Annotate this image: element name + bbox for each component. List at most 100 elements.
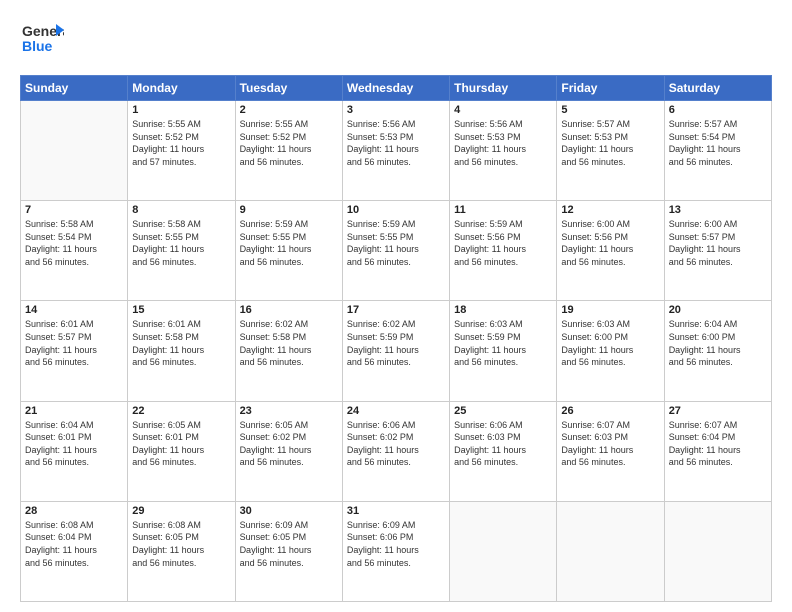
- day-number: 28: [25, 505, 123, 517]
- day-info: Sunrise: 5:55 AMSunset: 5:52 PMDaylight:…: [132, 118, 230, 168]
- day-cell: 11 Sunrise: 5:59 AMSunset: 5:56 PMDayligh…: [450, 201, 557, 301]
- day-info: Sunrise: 6:03 AMSunset: 5:59 PMDaylight:…: [454, 318, 552, 368]
- day-info: Sunrise: 6:08 AMSunset: 6:04 PMDaylight:…: [25, 519, 123, 569]
- day-number: 26: [561, 405, 659, 417]
- day-info: Sunrise: 6:08 AMSunset: 6:05 PMDaylight:…: [132, 519, 230, 569]
- day-cell: 9Sunrise: 5:59 AMSunset: 5:55 PMDaylight…: [235, 201, 342, 301]
- day-number: 11: [454, 204, 552, 216]
- week-row-5: 28 Sunrise: 6:08 AMSunset: 6:04 PMDayligh…: [21, 501, 772, 601]
- day-info: Sunrise: 6:04 AMSunset: 6:00 PMDaylight:…: [669, 318, 767, 368]
- day-cell: 3 Sunrise: 5:56 AMSunset: 5:53 PMDaylight…: [342, 101, 449, 201]
- day-number: 2: [240, 104, 338, 116]
- day-info: Sunrise: 5:56 AMSunset: 5:53 PMDaylight:…: [454, 118, 552, 168]
- day-info: Sunrise: 6:04 AMSunset: 6:01 PMDaylight:…: [25, 419, 123, 469]
- day-info: Sunrise: 6:00 AMSunset: 5:56 PMDaylight:…: [561, 218, 659, 268]
- day-info: Sunrise: 6:03 AMSunset: 6:00 PMDaylight:…: [561, 318, 659, 368]
- day-number: 18: [454, 304, 552, 316]
- day-info: Sunrise: 6:09 AMSunset: 6:05 PMDaylight:…: [240, 519, 338, 569]
- week-row-3: 14 Sunrise: 6:01 AMSunset: 5:57 PMDayligh…: [21, 301, 772, 401]
- day-cell: 21 Sunrise: 6:04 AMSunset: 6:01 PMDayligh…: [21, 401, 128, 501]
- day-info: Sunrise: 5:59 AMSunset: 5:55 PMDaylight:…: [240, 218, 338, 268]
- day-number: 25: [454, 405, 552, 417]
- day-cell: 7 Sunrise: 5:58 AMSunset: 5:54 PMDaylight…: [21, 201, 128, 301]
- day-cell: 12Sunrise: 6:00 AMSunset: 5:56 PMDayligh…: [557, 201, 664, 301]
- day-number: 14: [25, 304, 123, 316]
- day-number: 1: [132, 104, 230, 116]
- day-cell: 2 Sunrise: 5:55 AMSunset: 5:52 PMDaylight…: [235, 101, 342, 201]
- day-cell: 24 Sunrise: 6:06 AMSunset: 6:02 PMDayligh…: [342, 401, 449, 501]
- day-number: 24: [347, 405, 445, 417]
- week-row-1: 1 Sunrise: 5:55 AMSunset: 5:52 PMDaylight…: [21, 101, 772, 201]
- day-cell: 28 Sunrise: 6:08 AMSunset: 6:04 PMDayligh…: [21, 501, 128, 601]
- day-cell: 27Sunrise: 6:07 AMSunset: 6:04 PMDayligh…: [664, 401, 771, 501]
- day-cell: 20 Sunrise: 6:04 AMSunset: 6:00 PMDayligh…: [664, 301, 771, 401]
- day-info: Sunrise: 6:06 AMSunset: 6:03 PMDaylight:…: [454, 419, 552, 469]
- day-cell: 10Sunrise: 5:59 AMSunset: 5:55 PMDayligh…: [342, 201, 449, 301]
- day-info: Sunrise: 6:05 AMSunset: 6:01 PMDaylight:…: [132, 419, 230, 469]
- day-cell: 16 Sunrise: 6:02 AMSunset: 5:58 PMDayligh…: [235, 301, 342, 401]
- day-cell: [21, 101, 128, 201]
- day-info: Sunrise: 5:57 AMSunset: 5:54 PMDaylight:…: [669, 118, 767, 168]
- day-cell: [664, 501, 771, 601]
- svg-text:Blue: Blue: [22, 38, 53, 54]
- week-row-4: 21 Sunrise: 6:04 AMSunset: 6:01 PMDayligh…: [21, 401, 772, 501]
- day-number: 7: [25, 204, 123, 216]
- day-cell: 15Sunrise: 6:01 AMSunset: 5:58 PMDayligh…: [128, 301, 235, 401]
- day-info: Sunrise: 6:02 AMSunset: 5:58 PMDaylight:…: [240, 318, 338, 368]
- day-number: 13: [669, 204, 767, 216]
- day-number: 6: [669, 104, 767, 116]
- day-info: Sunrise: 6:06 AMSunset: 6:02 PMDaylight:…: [347, 419, 445, 469]
- logo: General Blue: [20, 16, 64, 65]
- day-cell: 26 Sunrise: 6:07 AMSunset: 6:03 PMDayligh…: [557, 401, 664, 501]
- day-number: 15: [132, 304, 230, 316]
- day-cell: 29Sunrise: 6:08 AMSunset: 6:05 PMDayligh…: [128, 501, 235, 601]
- day-cell: [450, 501, 557, 601]
- day-info: Sunrise: 6:00 AMSunset: 5:57 PMDaylight:…: [669, 218, 767, 268]
- day-cell: 8 Sunrise: 5:58 AMSunset: 5:55 PMDaylight…: [128, 201, 235, 301]
- day-cell: 14 Sunrise: 6:01 AMSunset: 5:57 PMDayligh…: [21, 301, 128, 401]
- day-number: 31: [347, 505, 445, 517]
- day-info: Sunrise: 5:58 AMSunset: 5:55 PMDaylight:…: [132, 218, 230, 268]
- day-number: 8: [132, 204, 230, 216]
- week-row-2: 7 Sunrise: 5:58 AMSunset: 5:54 PMDaylight…: [21, 201, 772, 301]
- day-cell: 1 Sunrise: 5:55 AMSunset: 5:52 PMDaylight…: [128, 101, 235, 201]
- day-info: Sunrise: 5:57 AMSunset: 5:53 PMDaylight:…: [561, 118, 659, 168]
- day-header-monday: Monday: [128, 76, 235, 101]
- day-cell: 6 Sunrise: 5:57 AMSunset: 5:54 PMDaylight…: [664, 101, 771, 201]
- day-number: 27: [669, 405, 767, 417]
- day-info: Sunrise: 6:01 AMSunset: 5:57 PMDaylight:…: [25, 318, 123, 368]
- day-number: 16: [240, 304, 338, 316]
- day-cell: 17Sunrise: 6:02 AMSunset: 5:59 PMDayligh…: [342, 301, 449, 401]
- day-cell: 5 Sunrise: 5:57 AMSunset: 5:53 PMDaylight…: [557, 101, 664, 201]
- day-cell: [557, 501, 664, 601]
- day-number: 21: [25, 405, 123, 417]
- day-cell: 25 Sunrise: 6:06 AMSunset: 6:03 PMDayligh…: [450, 401, 557, 501]
- day-number: 4: [454, 104, 552, 116]
- day-cell: 19 Sunrise: 6:03 AMSunset: 6:00 PMDayligh…: [557, 301, 664, 401]
- day-number: 22: [132, 405, 230, 417]
- day-number: 19: [561, 304, 659, 316]
- day-number: 23: [240, 405, 338, 417]
- day-info: Sunrise: 5:59 AMSunset: 5:56 PMDaylight:…: [454, 218, 552, 268]
- day-info: Sunrise: 5:55 AMSunset: 5:52 PMDaylight:…: [240, 118, 338, 168]
- day-cell: 30Sunrise: 6:09 AMSunset: 6:05 PMDayligh…: [235, 501, 342, 601]
- day-header-tuesday: Tuesday: [235, 76, 342, 101]
- day-number: 5: [561, 104, 659, 116]
- day-cell: 23 Sunrise: 6:05 AMSunset: 6:02 PMDayligh…: [235, 401, 342, 501]
- day-number: 17: [347, 304, 445, 316]
- day-headers-row: SundayMondayTuesdayWednesdayThursdayFrid…: [21, 76, 772, 101]
- day-number: 3: [347, 104, 445, 116]
- day-info: Sunrise: 5:56 AMSunset: 5:53 PMDaylight:…: [347, 118, 445, 168]
- day-info: Sunrise: 6:05 AMSunset: 6:02 PMDaylight:…: [240, 419, 338, 469]
- header: General Blue: [20, 16, 772, 65]
- day-cell: 31 Sunrise: 6:09 AMSunset: 6:06 PMDayligh…: [342, 501, 449, 601]
- day-cell: 13 Sunrise: 6:00 AMSunset: 5:57 PMDayligh…: [664, 201, 771, 301]
- day-number: 20: [669, 304, 767, 316]
- day-info: Sunrise: 5:59 AMSunset: 5:55 PMDaylight:…: [347, 218, 445, 268]
- day-cell: 18 Sunrise: 6:03 AMSunset: 5:59 PMDayligh…: [450, 301, 557, 401]
- day-cell: 4 Sunrise: 5:56 AMSunset: 5:53 PMDaylight…: [450, 101, 557, 201]
- day-info: Sunrise: 5:58 AMSunset: 5:54 PMDaylight:…: [25, 218, 123, 268]
- day-info: Sunrise: 6:07 AMSunset: 6:03 PMDaylight:…: [561, 419, 659, 469]
- day-info: Sunrise: 6:09 AMSunset: 6:06 PMDaylight:…: [347, 519, 445, 569]
- day-header-thursday: Thursday: [450, 76, 557, 101]
